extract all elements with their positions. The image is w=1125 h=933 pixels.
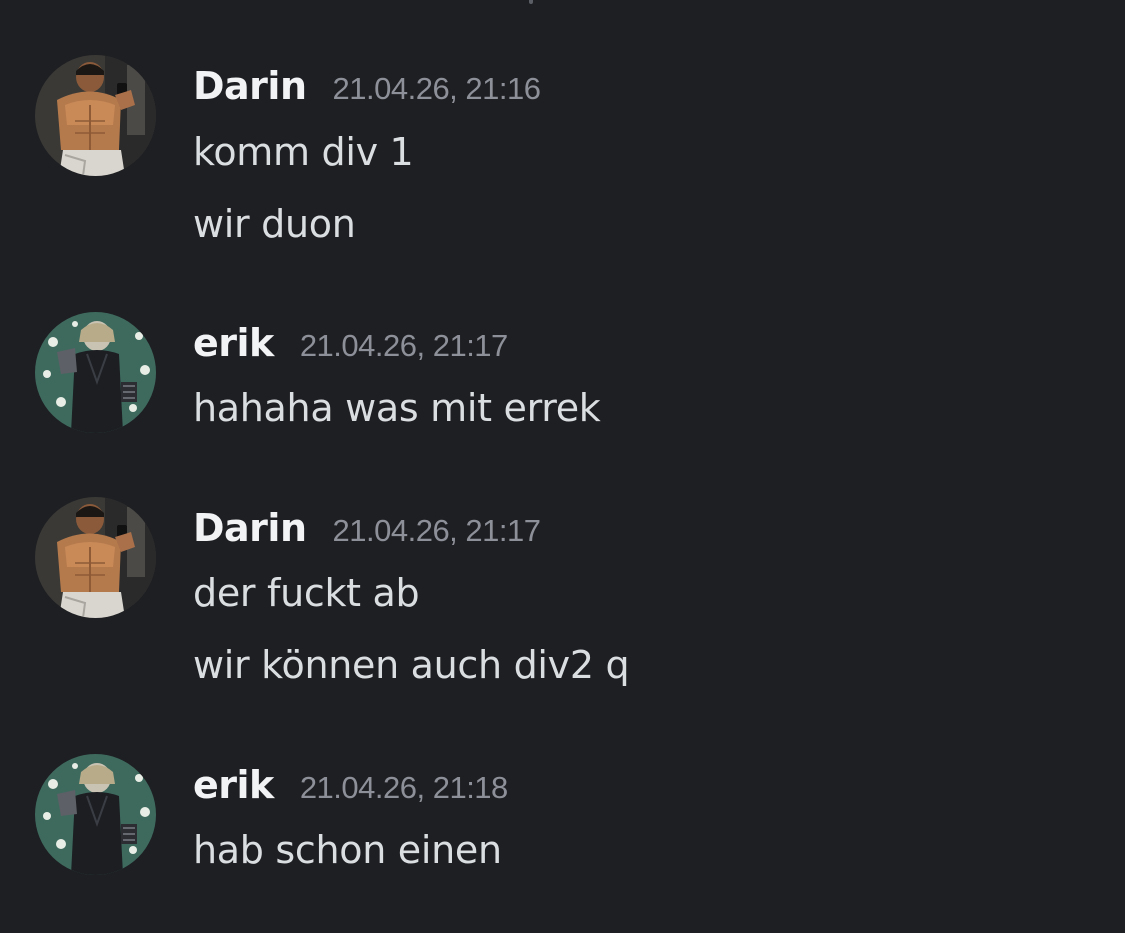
message-text: wir duon bbox=[193, 202, 356, 246]
message-timestamp: 21.04.26, 21:18 bbox=[299, 770, 508, 805]
message-text: hab schon einen bbox=[193, 828, 502, 872]
username[interactable]: Darin bbox=[193, 64, 307, 108]
erik-avatar-image bbox=[35, 312, 156, 433]
username[interactable]: erik bbox=[193, 763, 274, 807]
user-avatar[interactable] bbox=[35, 312, 156, 433]
message-timestamp: 21.04.26, 21:17 bbox=[299, 328, 508, 363]
user-avatar[interactable] bbox=[35, 55, 156, 176]
darin-avatar-image bbox=[35, 55, 156, 176]
username[interactable]: Darin bbox=[193, 506, 307, 550]
message-text: komm div 1 bbox=[193, 130, 414, 174]
message-text: wir können auch div2 q bbox=[193, 643, 630, 687]
username[interactable]: erik bbox=[193, 321, 274, 365]
message-text: der fuckt ab bbox=[193, 571, 420, 615]
darin-avatar-image bbox=[35, 497, 156, 618]
message-timestamp: 21.04.26, 21:16 bbox=[332, 71, 541, 106]
message-text: hahaha was mit errek bbox=[193, 386, 601, 430]
erik-avatar-image bbox=[35, 754, 156, 875]
chat-message-list: Darin 21.04.26, 21:16 komm div 1 wir duo… bbox=[0, 0, 1125, 933]
scroll-indicator bbox=[529, 0, 533, 4]
user-avatar[interactable] bbox=[35, 754, 156, 875]
message-timestamp: 21.04.26, 21:17 bbox=[332, 513, 541, 548]
user-avatar[interactable] bbox=[35, 497, 156, 618]
